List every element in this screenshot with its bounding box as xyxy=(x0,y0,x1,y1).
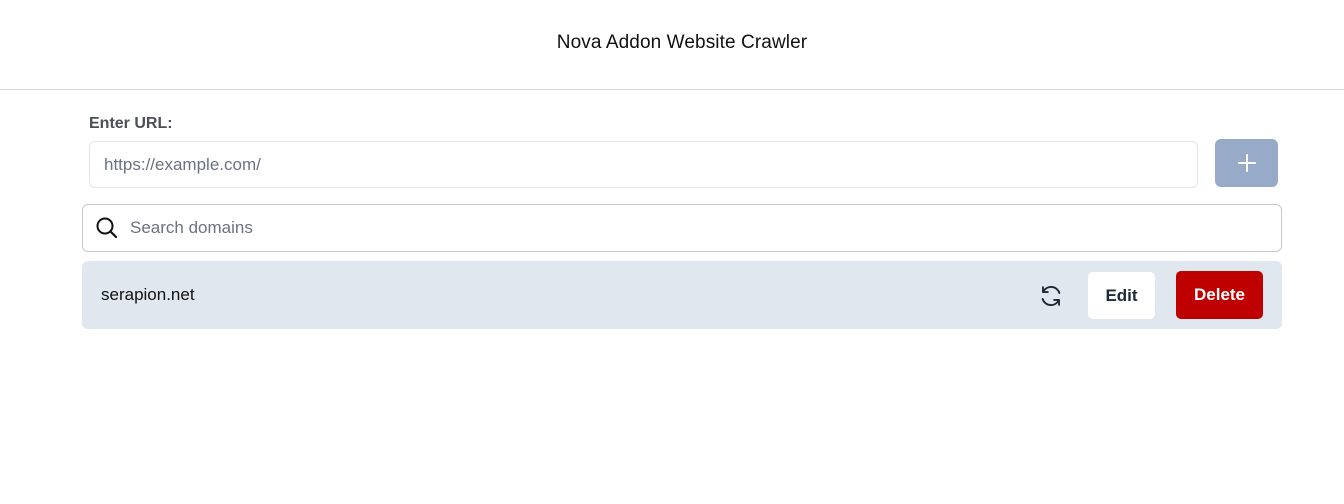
domain-name: serapion.net xyxy=(101,285,195,304)
delete-button[interactable]: Delete xyxy=(1176,271,1263,319)
domain-row: serapion.net Edit Delete xyxy=(82,261,1282,329)
add-url-button[interactable] xyxy=(1215,139,1278,187)
edit-button[interactable]: Edit xyxy=(1088,272,1155,319)
page-title: Nova Addon Website Crawler xyxy=(556,32,808,53)
search-input[interactable] xyxy=(130,206,1270,250)
domain-search-box xyxy=(82,204,1282,252)
url-input-label: Enter URL: xyxy=(89,115,173,132)
search-icon xyxy=(96,217,118,239)
app-header: Nova Addon Website Crawler xyxy=(0,0,1344,90)
refresh-button[interactable] xyxy=(1037,282,1065,310)
plus-icon xyxy=(1237,154,1256,172)
url-input[interactable] xyxy=(89,141,1198,188)
refresh-icon xyxy=(1041,285,1061,307)
